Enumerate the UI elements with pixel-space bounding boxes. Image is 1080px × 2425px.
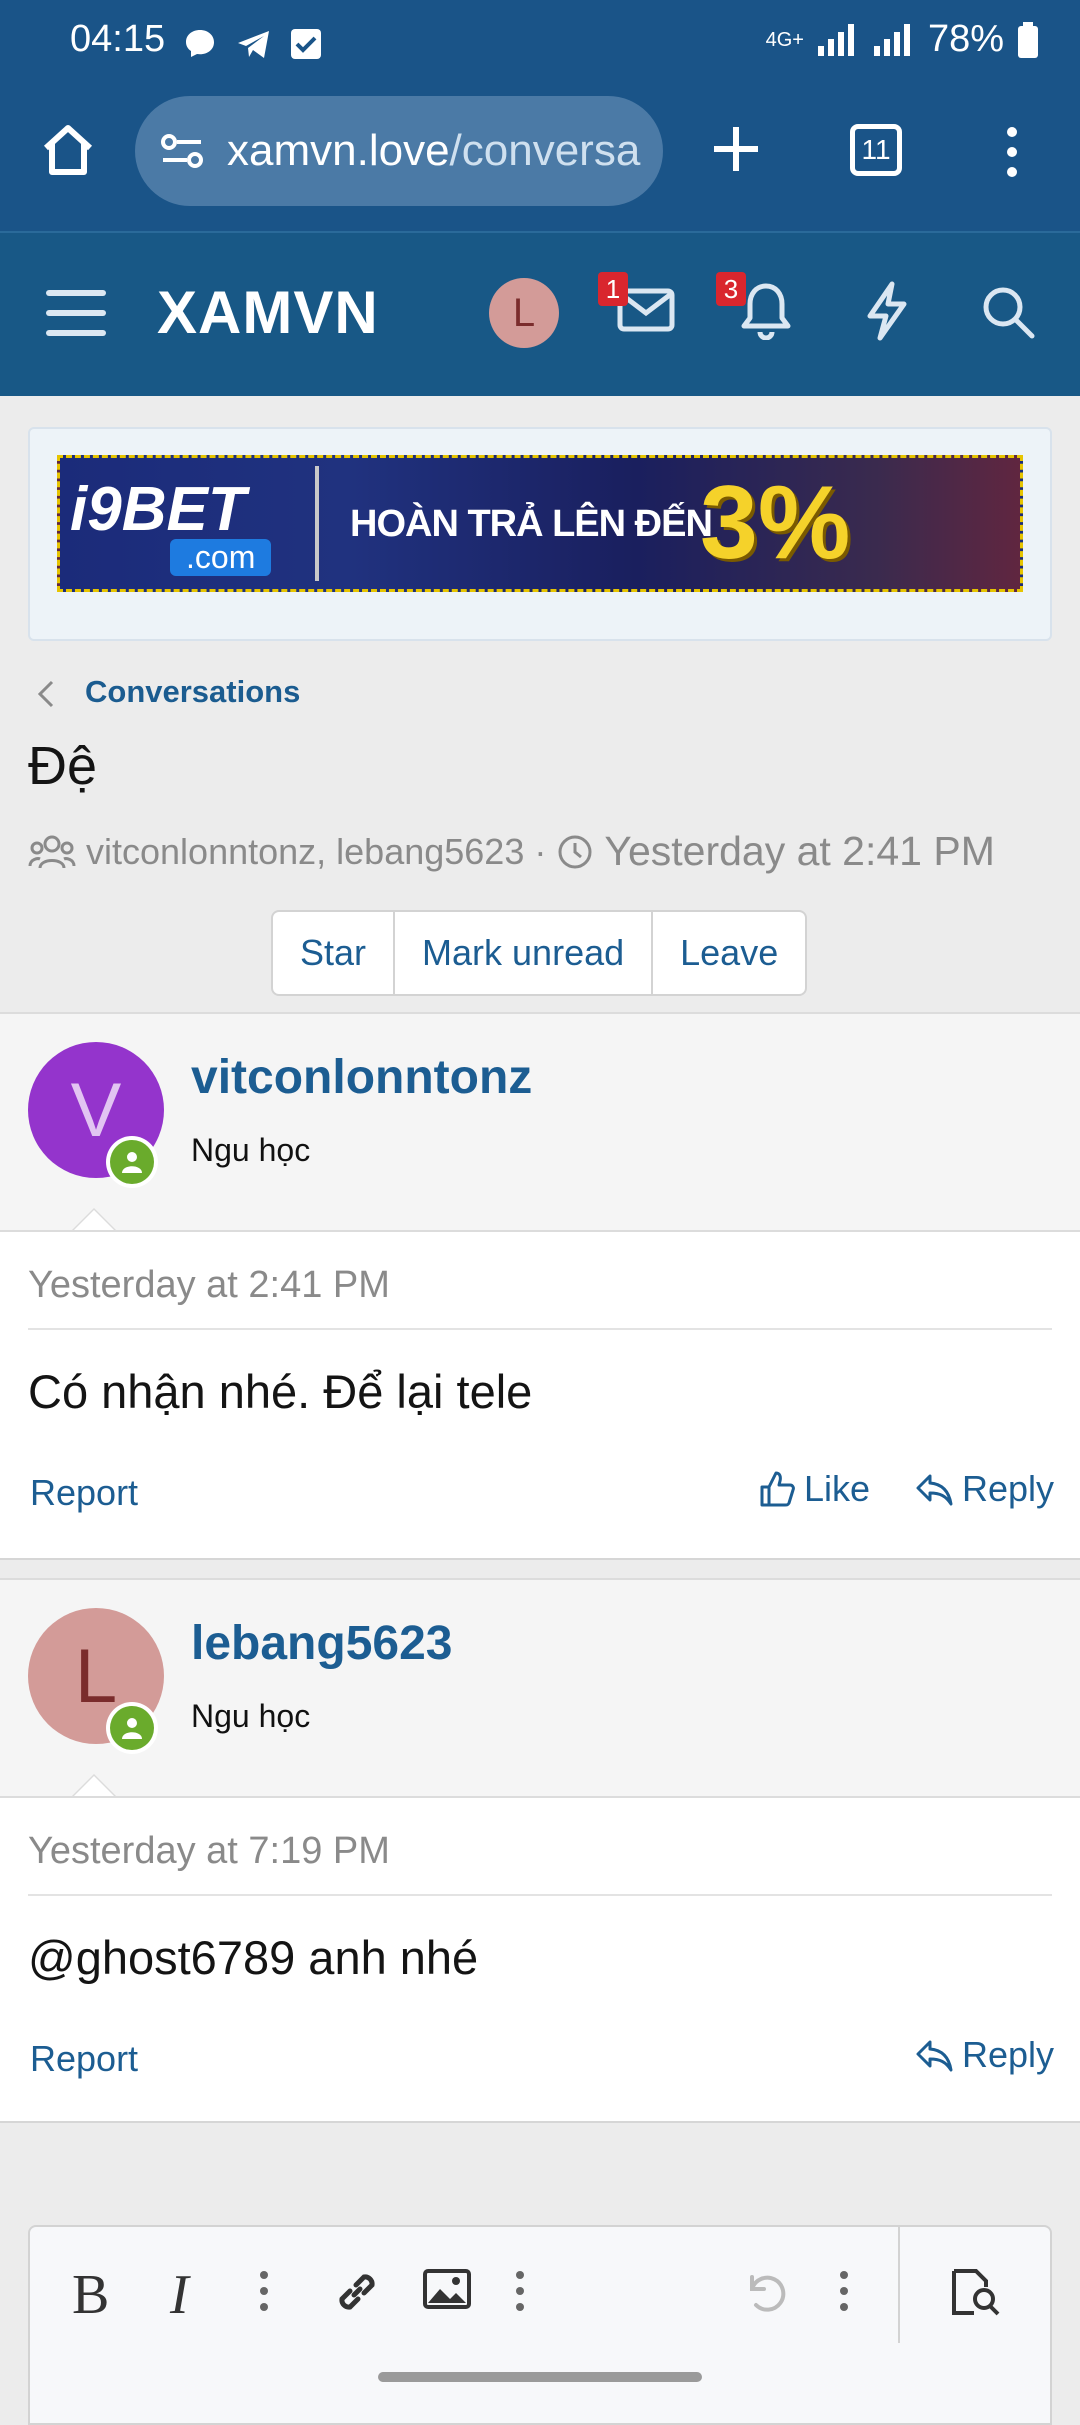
url-text[interactable]: xamvn.love/conversa [227, 126, 640, 176]
status-time: 04:15 [70, 18, 166, 60]
toolbar-divider [898, 2227, 900, 2343]
search-icon[interactable] [980, 284, 1036, 340]
like-label: Like [804, 1468, 871, 1509]
ad-brand: i9BET .com [70, 474, 320, 576]
tab-switcher-button[interactable]: 11 [850, 124, 902, 176]
hamburger-menu-icon[interactable] [44, 286, 108, 340]
message-user-block: L lebang5623 Ngu học [0, 1578, 1080, 1798]
message-body: Yesterday at 2:41 PM Có nhận nhé. Để lại… [0, 1230, 1080, 1560]
message-arrow [70, 1774, 118, 1798]
battery-percent: 78% [927, 18, 1004, 60]
bell-icon[interactable] [738, 280, 794, 340]
signal-icon-2 [873, 23, 910, 56]
user-avatar-letter: L [512, 290, 536, 335]
gesture-nav-bar[interactable] [378, 2372, 702, 2382]
avatar-letter: V [70, 1067, 122, 1153]
users-icon [28, 835, 76, 868]
network-type: 4G+ [765, 28, 804, 51]
address-bar[interactable]: xamvn.love/conversa [135, 96, 663, 206]
image-icon[interactable] [422, 2267, 472, 2311]
whats-new-icon[interactable] [862, 280, 912, 342]
signal-icon [817, 23, 854, 56]
star-button[interactable]: Star [273, 912, 396, 994]
more-options-icon[interactable] [836, 2267, 852, 2315]
user-title: Ngu học [191, 1698, 311, 1734]
chevron-left-icon[interactable] [34, 676, 56, 712]
url-path: /conversa [449, 126, 641, 175]
username[interactable]: lebang5623 [191, 1616, 452, 1671]
site-logo[interactable]: XAMVN [157, 278, 379, 347]
message-user-block: V vitconlonntonz Ngu học [0, 1012, 1080, 1232]
home-icon[interactable] [38, 120, 98, 180]
preview-icon[interactable] [948, 2267, 1002, 2317]
italic-icon[interactable]: I [170, 2263, 189, 2327]
reply-button[interactable]: Reply [914, 2034, 1054, 2076]
ad-banner[interactable]: i9BET .com HOÀN TRẢ LÊN ĐẾN 3% [57, 455, 1023, 592]
reply-icon [916, 2040, 953, 2072]
status-right: 4G+ 78% [766, 18, 1040, 61]
user-online-icon [122, 1718, 142, 1739]
thumbs-up-icon [760, 1471, 795, 1507]
message-text: @ghost6789 anh nhé [28, 1931, 479, 1984]
link-icon[interactable] [332, 2267, 382, 2317]
mark-unread-button[interactable]: Mark unread [395, 912, 654, 994]
conversation-time: Yesterday at 2:41 PM [604, 828, 995, 874]
divider [28, 1328, 1052, 1330]
meta-separator: · [534, 830, 547, 872]
inbox-badge: 1 [598, 272, 628, 306]
url-host: xamvn.love [227, 126, 450, 175]
reply-icon [916, 1474, 953, 1506]
message-body: Yesterday at 7:19 PM @ghost6789 anh nhé … [0, 1796, 1080, 2123]
online-indicator [106, 1136, 158, 1188]
message-text: Có nhận nhé. Để lại tele [28, 1365, 533, 1418]
message-timestamp[interactable]: Yesterday at 7:19 PM [28, 1830, 390, 1873]
clock-icon [558, 835, 592, 868]
message-arrow [70, 1208, 118, 1232]
tab-count: 11 [861, 134, 891, 165]
more-options-icon[interactable] [512, 2267, 528, 2315]
bold-icon[interactable]: B [72, 2263, 109, 2327]
more-options-icon[interactable] [256, 2267, 272, 2315]
notification-icons [180, 24, 324, 64]
reply-label: Reply [962, 1468, 1055, 1509]
conversation-meta: vitconlonntonz, lebang5623 · Yesterday a… [28, 828, 995, 875]
like-button[interactable]: Like [758, 1468, 870, 1510]
page-title: Đệ [28, 736, 98, 796]
battery-icon [1018, 21, 1038, 58]
breadcrumb[interactable]: Conversations [85, 674, 300, 710]
ad-brand-suffix: .com [170, 539, 272, 576]
browser-menu-icon[interactable] [1000, 124, 1024, 180]
username[interactable]: vitconlonntonz [191, 1050, 532, 1105]
report-link[interactable]: Report [30, 1472, 138, 1514]
message-timestamp[interactable]: Yesterday at 2:41 PM [28, 1264, 390, 1307]
conversation-actions: Star Mark unread Leave [271, 910, 808, 996]
report-link[interactable]: Report [30, 2038, 138, 2080]
ad-percent: 3% [700, 465, 851, 581]
online-indicator [106, 1702, 158, 1754]
messenger-icon [186, 30, 214, 57]
alerts-badge: 3 [716, 272, 746, 306]
user-avatar[interactable]: L [489, 278, 559, 348]
avatar-letter: L [74, 1633, 118, 1719]
user-online-icon [122, 1152, 142, 1173]
site-settings-icon[interactable] [159, 128, 205, 174]
ad-message: HOÀN TRẢ LÊN ĐẾN [350, 503, 713, 545]
reply-button[interactable]: Reply [914, 1468, 1054, 1510]
ad-brand-name: i9BET [70, 475, 246, 544]
divider [28, 1894, 1052, 1896]
new-tab-icon[interactable] [708, 121, 764, 177]
participants: vitconlonntonz, lebang5623 [86, 830, 525, 872]
checkbox-notif-icon [291, 29, 321, 59]
undo-icon[interactable] [742, 2267, 792, 2317]
user-title: Ngu học [191, 1132, 311, 1168]
ad-divider [315, 466, 319, 581]
reply-label: Reply [962, 2034, 1055, 2075]
reply-editor[interactable]: B I [28, 2225, 1052, 2425]
leave-button[interactable]: Leave [653, 912, 805, 994]
telegram-icon [238, 31, 269, 58]
